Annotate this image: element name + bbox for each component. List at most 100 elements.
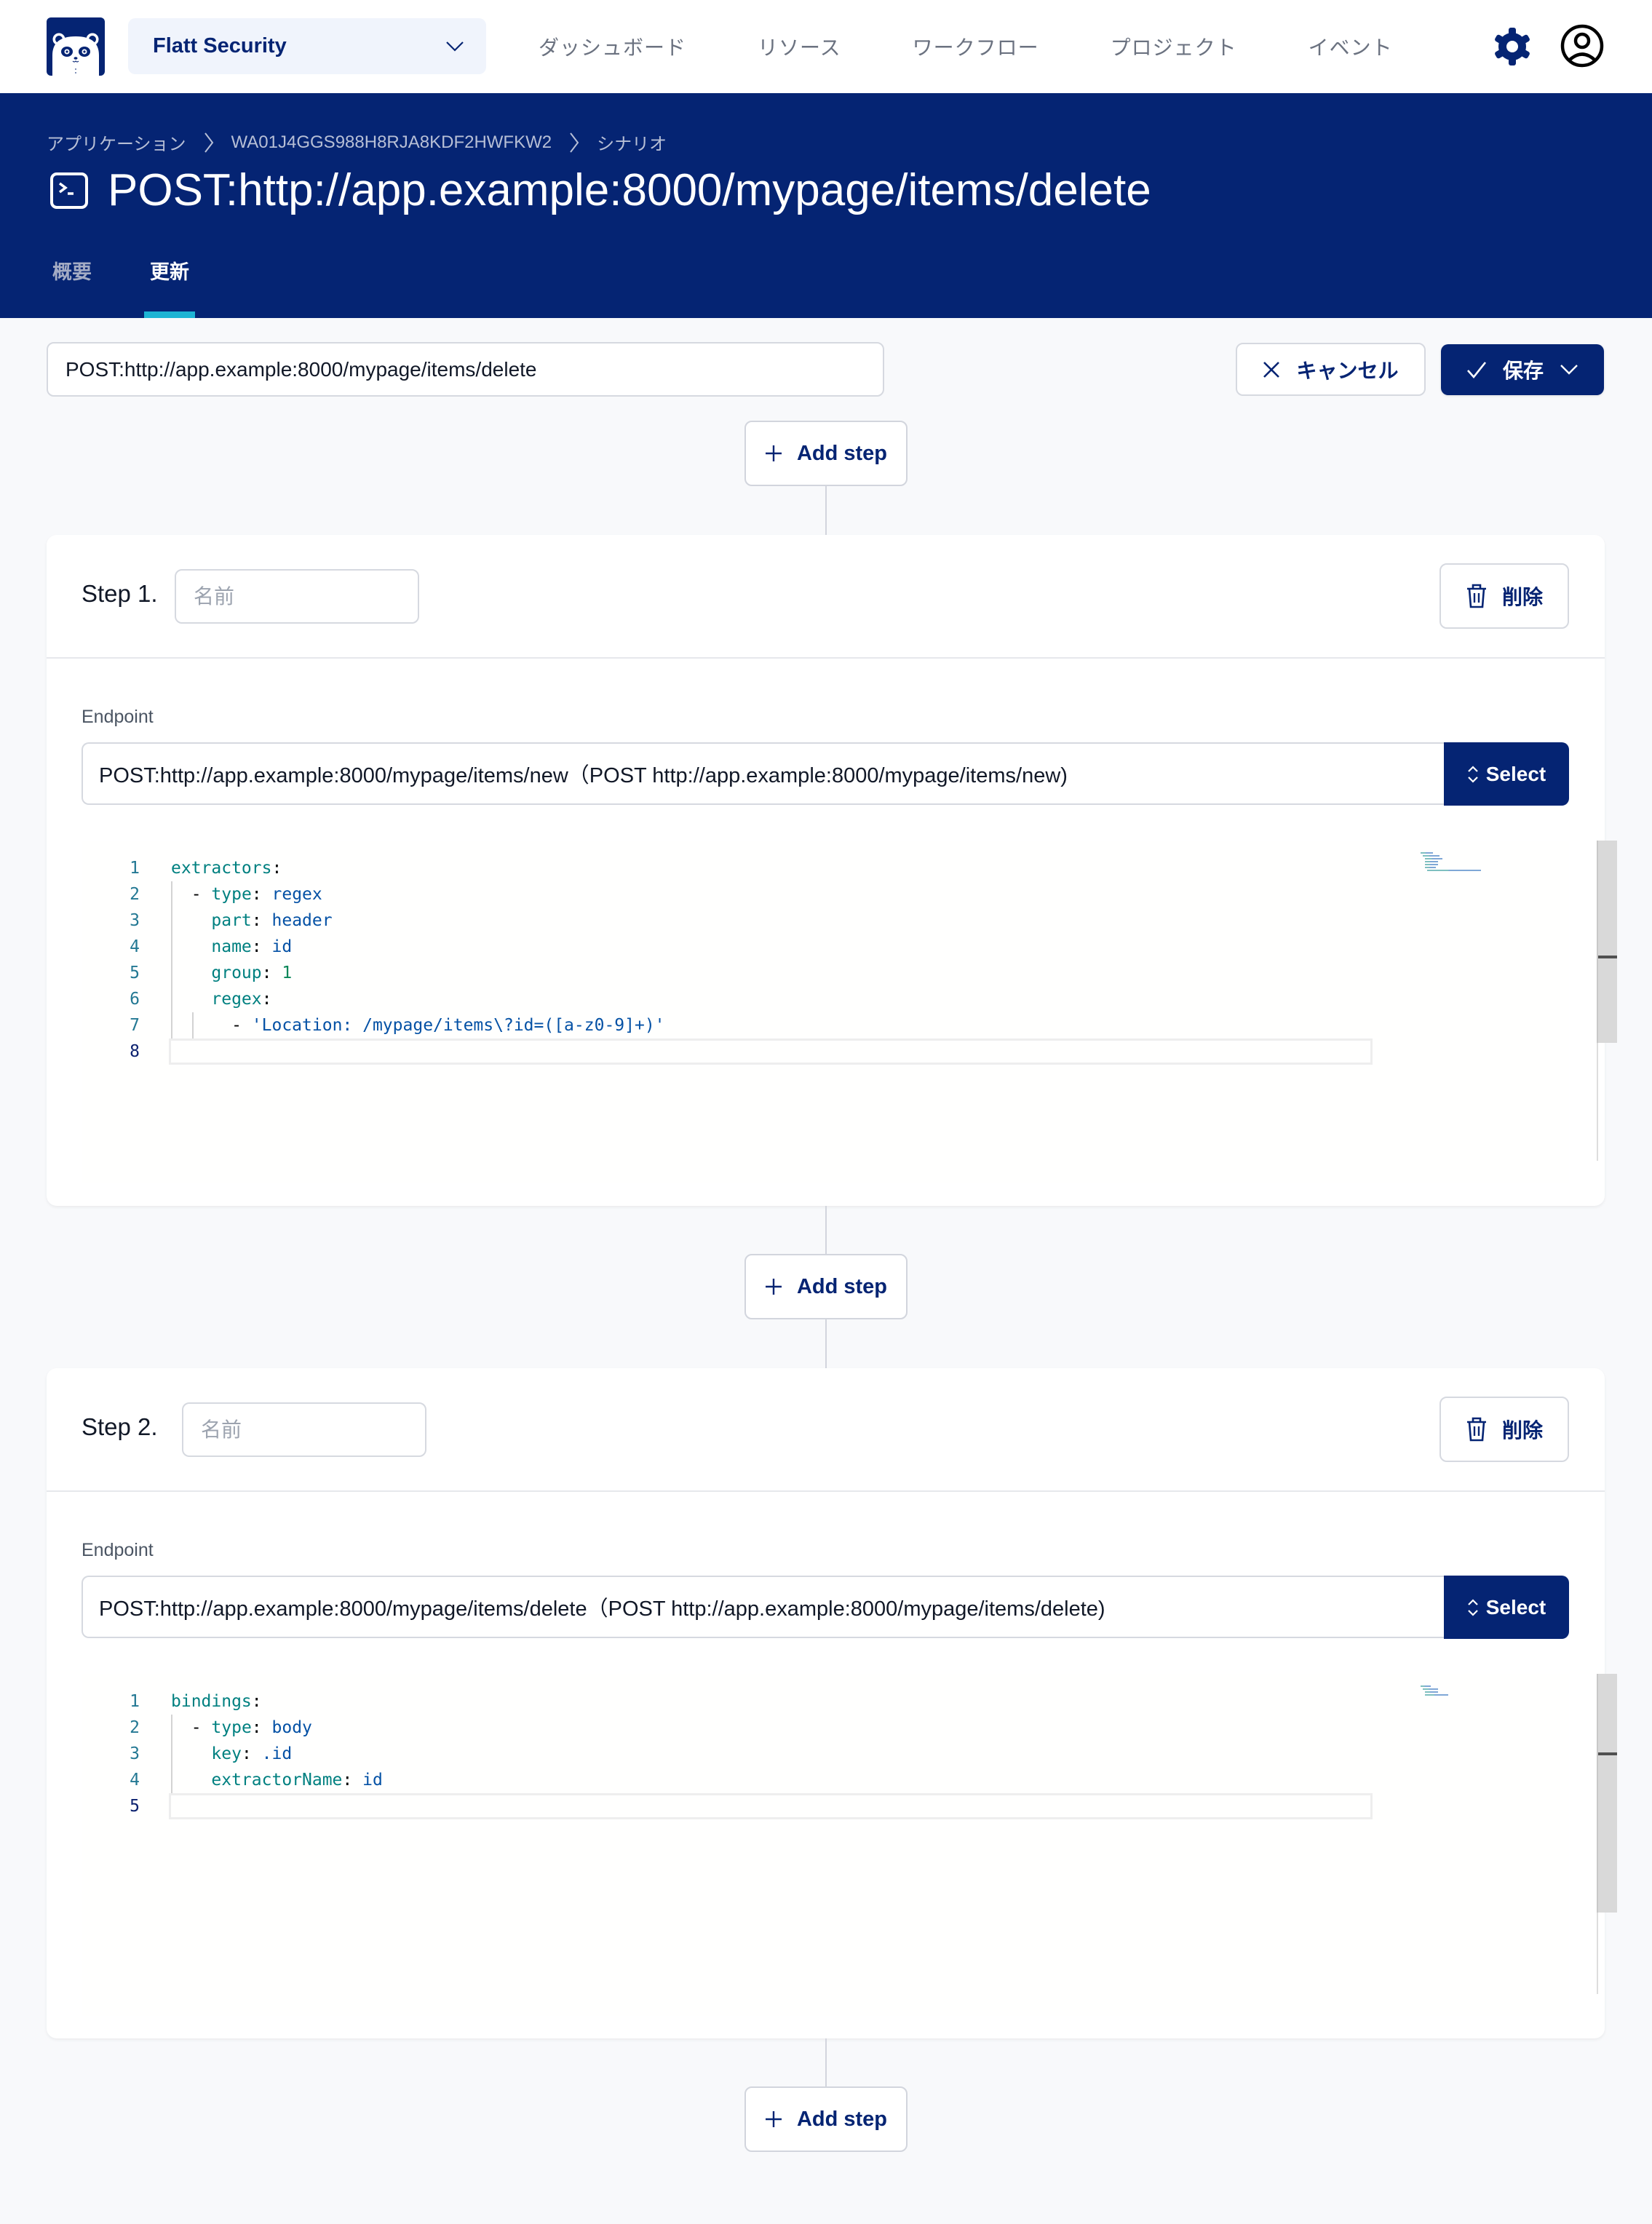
endpoint-value: POST:http://app.example:8000/mypage/item…	[99, 1597, 1105, 1621]
tab-bar: 概要 更新	[52, 256, 247, 318]
save-button[interactable]: 保存	[1441, 344, 1604, 395]
indent-guide	[171, 881, 172, 1038]
step-name-input[interactable]	[175, 569, 419, 624]
chevron-up-down-icon	[1467, 1597, 1479, 1618]
terminal-icon	[49, 172, 89, 210]
breadcrumb-applications[interactable]: アプリケーション	[47, 130, 186, 155]
chevron-up-down-icon	[1467, 764, 1479, 785]
step-card-header: Step 1. 削除	[47, 535, 1605, 659]
code-text: group: 1	[211, 964, 293, 982]
endpoint-select-button[interactable]: Select	[1444, 742, 1569, 806]
delete-step-label: 削除	[1501, 586, 1543, 608]
endpoint-label: Endpoint	[82, 1540, 154, 1560]
cursor-position-marker	[1598, 1752, 1617, 1755]
user-circle-icon[interactable]	[1560, 23, 1605, 68]
endpoint-label: Endpoint	[82, 707, 154, 727]
line-number: 2	[130, 885, 140, 904]
minimap-line	[1425, 867, 1436, 868]
line-number: 6	[130, 990, 140, 1009]
editor-scrollbar[interactable]	[1597, 841, 1617, 1043]
select-button-label: Select	[1485, 762, 1546, 785]
step-connector	[825, 486, 827, 535]
trash-icon	[1466, 1416, 1488, 1442]
organization-select-value: Flatt Security	[153, 34, 287, 57]
delete-step-button[interactable]: 削除	[1439, 1397, 1569, 1462]
add-step-button[interactable]: Add step	[744, 2086, 908, 2152]
step-card: Step 2. 削除 Endpoint POST:http://app.exam…	[47, 1368, 1617, 2038]
nav-link-projects[interactable]: プロジェクト	[1111, 32, 1237, 61]
minimap-line	[1421, 1685, 1431, 1687]
line-number: 5	[130, 964, 140, 982]
breadcrumb-application-id[interactable]: WA01J4GGS988H8RJA8KDF2HWFKW2	[231, 132, 552, 153]
breadcrumb-scenarios[interactable]: シナリオ	[597, 130, 667, 155]
step-card: Step 1. 削除 Endpoint POST:http://app.exam…	[47, 535, 1617, 1206]
chevron-right-icon	[204, 132, 214, 154]
step-connector	[825, 1319, 827, 1368]
page-title-text: POST:http://app.example:8000/mypage/item…	[108, 165, 1151, 215]
chevron-down-icon[interactable]	[1560, 364, 1578, 376]
step-connector	[825, 2038, 827, 2086]
cursor-position-marker	[1598, 956, 1617, 958]
delete-step-button[interactable]: 削除	[1439, 563, 1569, 629]
code-text: extractorName: id	[211, 1771, 383, 1790]
code-text: key: .id	[211, 1744, 293, 1763]
close-icon	[1263, 361, 1280, 378]
step-name-input[interactable]	[182, 1402, 426, 1457]
minimap-line	[1423, 1688, 1438, 1690]
line-number: 5	[130, 1797, 140, 1816]
code-text: regex:	[211, 990, 272, 1009]
minimap-line	[1423, 855, 1439, 857]
plus-icon	[765, 445, 782, 462]
nav-link-dashboard[interactable]: ダッシュボード	[539, 32, 686, 61]
step-connector	[825, 1206, 827, 1254]
line-number: 4	[130, 937, 140, 956]
step-card-header: Step 2. 削除	[47, 1368, 1605, 1492]
cancel-button[interactable]: キャンセル	[1236, 343, 1426, 396]
line-number: 2	[130, 1718, 140, 1737]
yaml-code-editor[interactable]: 1 extractors: 2 - type: regex 3 part: heade…	[82, 841, 1617, 1183]
line-number: 4	[130, 1771, 140, 1790]
minimap-line	[1425, 1694, 1448, 1696]
page-title: POST:http://app.example:8000/mypage/item…	[49, 164, 1151, 216]
endpoint-field[interactable]: POST:http://app.example:8000/mypage/item…	[82, 742, 1445, 805]
scenario-name-input[interactable]	[47, 342, 884, 397]
nav-link-workflows[interactable]: ワークフロー	[913, 32, 1039, 61]
minimap-line	[1425, 1691, 1438, 1693]
nav-link-events[interactable]: イベント	[1309, 32, 1393, 61]
top-navigation: Flatt Security ダッシュボード リソース ワークフロー プロジェク…	[0, 0, 1652, 93]
code-minimap[interactable]	[1421, 852, 1508, 875]
tab-update[interactable]: 更新	[144, 256, 195, 318]
minimap-line	[1427, 870, 1481, 871]
step-number: Step 1.	[82, 580, 158, 607]
line-number: 1	[130, 1692, 140, 1711]
add-step-label: Add step	[796, 2107, 888, 2131]
editor-scrollbar[interactable]	[1597, 1674, 1617, 1913]
chevron-right-icon	[569, 132, 579, 154]
minimap-line	[1425, 864, 1438, 865]
trash-icon	[1466, 583, 1488, 609]
minimap-line	[1425, 861, 1438, 862]
add-step-label: Add step	[796, 1274, 888, 1298]
yaml-code-editor[interactable]: 1 bindings: 2 - type: body 3 key: .id 4 extr…	[82, 1674, 1617, 2016]
tab-overview[interactable]: 概要	[52, 256, 92, 318]
line-number: 8	[130, 1042, 140, 1061]
breadcrumb: アプリケーション WA01J4GGS988H8RJA8KDF2HWFKW2 シナ…	[47, 130, 667, 155]
code-minimap[interactable]	[1421, 1685, 1508, 1700]
code-text: extractors:	[171, 859, 282, 878]
save-button-label: 保存	[1502, 360, 1544, 382]
add-step-label: Add step	[796, 441, 888, 465]
cancel-button-label: キャンセル	[1296, 359, 1399, 382]
gear-icon[interactable]	[1490, 25, 1534, 68]
add-step-button[interactable]: Add step	[744, 421, 908, 486]
endpoint-select-button[interactable]: Select	[1444, 1576, 1569, 1639]
endpoint-field[interactable]: POST:http://app.example:8000/mypage/item…	[82, 1576, 1445, 1638]
endpoint-value: POST:http://app.example:8000/mypage/item…	[99, 764, 1068, 787]
panda-logo[interactable]	[47, 17, 105, 76]
add-step-button[interactable]: Add step	[744, 1254, 908, 1319]
nav-link-resources[interactable]: リソース	[758, 32, 841, 61]
organization-select[interactable]: Flatt Security	[128, 18, 486, 74]
line-number: 3	[130, 911, 140, 930]
code-text: - type: body	[191, 1718, 312, 1737]
line-number: 3	[130, 1744, 140, 1763]
minimap-line	[1425, 858, 1442, 859]
